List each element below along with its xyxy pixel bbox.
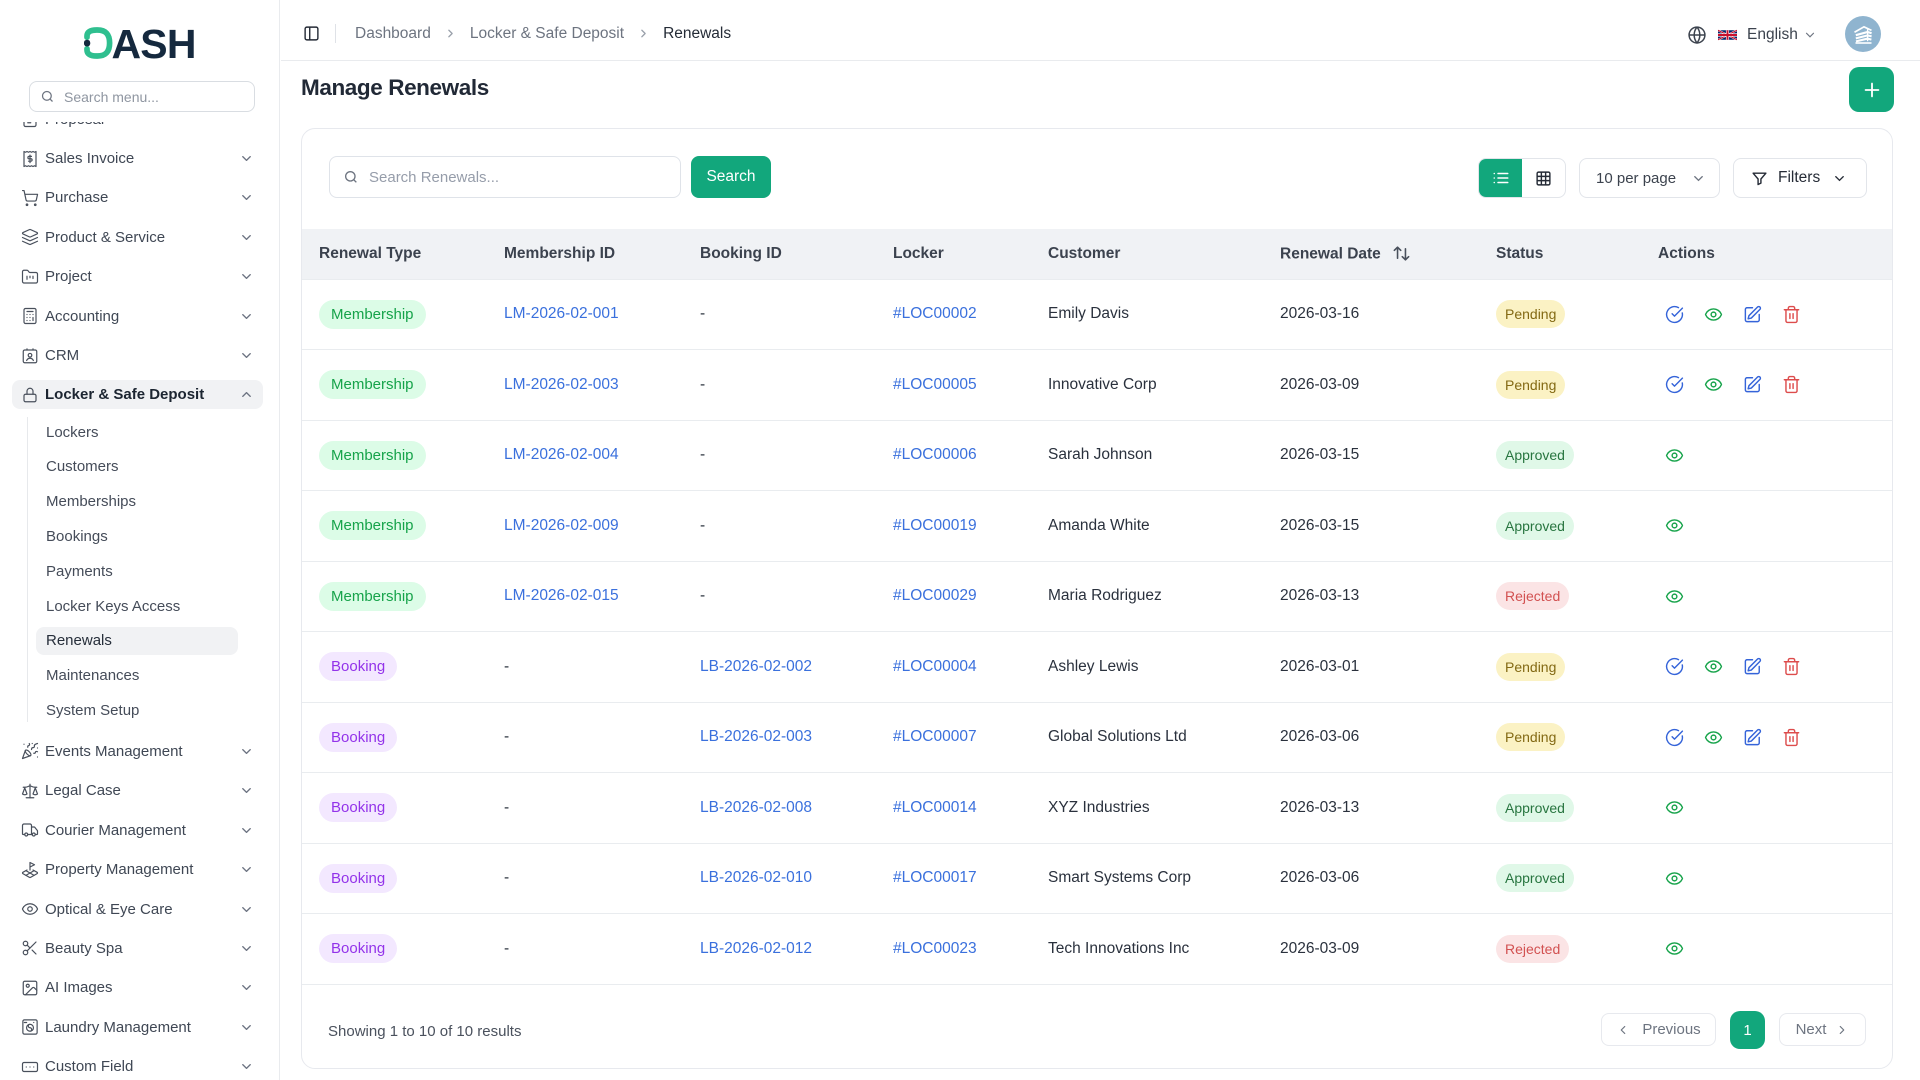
svg-text:ASH: ASH — [112, 27, 196, 59]
